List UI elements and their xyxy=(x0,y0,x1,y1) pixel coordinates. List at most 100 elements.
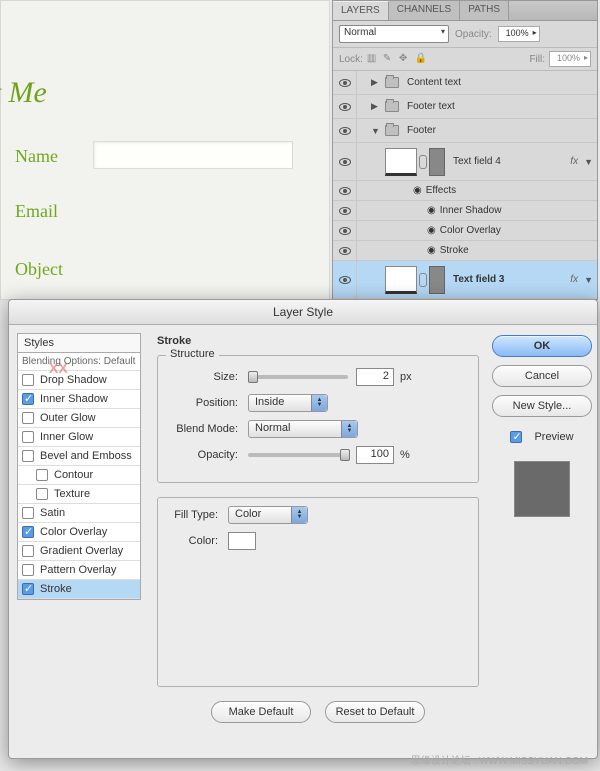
folder-icon xyxy=(385,125,399,136)
combo-arrows-icon: ▲▼ xyxy=(341,421,357,437)
styles-header[interactable]: Styles xyxy=(17,333,141,353)
style-gradient-overlay[interactable]: Gradient Overlay xyxy=(18,542,140,561)
style-bevel[interactable]: Bevel and Emboss xyxy=(18,447,140,466)
layer-row-footer[interactable]: ▼ Footer xyxy=(333,119,597,143)
effect-icon: ◉ xyxy=(427,205,436,216)
style-satin[interactable]: Satin xyxy=(18,504,140,523)
style-stroke[interactable]: Stroke xyxy=(18,580,140,599)
slider-thumb[interactable] xyxy=(340,449,350,461)
style-drop-shadow[interactable]: Drop Shadow xyxy=(18,371,140,390)
preview-swatch xyxy=(514,461,570,517)
fx-twisty-icon[interactable]: ▼ xyxy=(584,275,593,285)
page-heading: ntact Me xyxy=(0,76,47,110)
checkbox[interactable] xyxy=(36,488,48,500)
structure-title: Structure xyxy=(166,348,219,360)
layer-row-footer-text[interactable]: ▶ Footer text xyxy=(333,95,597,119)
blending-options-row[interactable]: Blending Options: Default xyxy=(18,353,140,371)
checkbox[interactable] xyxy=(22,412,34,424)
effect-icon: ◉ xyxy=(427,245,436,256)
layer-row-textfield3[interactable]: Text field 3 fx ▼ xyxy=(333,261,597,299)
eye-icon[interactable] xyxy=(339,158,351,166)
checkbox[interactable] xyxy=(22,583,34,595)
size-unit: px xyxy=(400,371,412,383)
layer-thumb xyxy=(385,148,417,176)
blendmode-dropdown[interactable]: Normal ▲▼ xyxy=(248,420,358,438)
eye-icon[interactable] xyxy=(339,187,351,195)
tab-channels[interactable]: CHANNELS xyxy=(389,1,460,20)
reset-default-button[interactable]: Reset to Default xyxy=(325,701,425,723)
eye-icon[interactable] xyxy=(339,127,351,135)
new-style-button[interactable]: New Style... xyxy=(492,395,592,417)
layer-row-effect-coloroverlay[interactable]: ◉ Color Overlay xyxy=(333,221,597,241)
checkbox[interactable] xyxy=(22,564,34,576)
eye-icon[interactable] xyxy=(339,276,351,284)
style-inner-glow[interactable]: Inner Glow xyxy=(18,428,140,447)
position-dropdown[interactable]: Inside▲▼ xyxy=(248,394,328,412)
panel-tabs: LAYERS CHANNELS PATHS xyxy=(333,1,597,21)
layer-row-effects[interactable]: ◉ Effects xyxy=(333,181,597,201)
make-default-button[interactable]: Make Default xyxy=(211,701,311,723)
layer-row-effect-stroke[interactable]: ◉ Stroke xyxy=(333,241,597,261)
fill-group: Fill Type: Color▲▼ Color: xyxy=(157,497,479,687)
checkbox[interactable] xyxy=(22,374,34,386)
tab-paths[interactable]: PATHS xyxy=(460,1,509,20)
style-label: Drop Shadow xyxy=(40,374,107,386)
combo-value: Color xyxy=(235,508,261,520)
lock-all-icon[interactable]: 🔒 xyxy=(415,53,427,65)
layer-row-effect-innershadow[interactable]: ◉ Inner Shadow xyxy=(333,201,597,221)
style-texture[interactable]: Texture xyxy=(18,485,140,504)
fill-field[interactable]: 100% xyxy=(549,51,591,67)
slider-thumb[interactable] xyxy=(248,371,258,383)
filltype-dropdown[interactable]: Color ▲▼ xyxy=(228,506,308,524)
style-inner-shadow[interactable]: Inner Shadow xyxy=(18,390,140,409)
style-color-overlay[interactable]: Color Overlay xyxy=(18,523,140,542)
ok-button[interactable]: OK xyxy=(492,335,592,357)
twisty-icon[interactable]: ▶ xyxy=(371,101,381,112)
eye-icon[interactable] xyxy=(339,103,351,111)
tab-layers[interactable]: LAYERS xyxy=(333,1,389,20)
fx-twisty-icon[interactable]: ▼ xyxy=(584,157,593,167)
name-input[interactable] xyxy=(93,141,293,169)
combo-value: Normal xyxy=(255,422,290,434)
style-contour[interactable]: Contour xyxy=(18,466,140,485)
twisty-icon[interactable]: ▶ xyxy=(371,77,381,88)
layer-name: Content text xyxy=(403,77,597,88)
checkbox[interactable] xyxy=(22,393,34,405)
color-swatch[interactable] xyxy=(228,532,256,550)
layer-style-dialog: Layer Style Styles Blending Options: Def… xyxy=(8,299,598,759)
preview-checkbox[interactable] xyxy=(510,431,522,443)
style-label: Bevel and Emboss xyxy=(40,450,132,462)
eye-icon[interactable] xyxy=(339,247,351,255)
opacity-field[interactable]: 100 xyxy=(356,446,394,464)
eye-icon[interactable] xyxy=(339,79,351,87)
twisty-icon[interactable]: ▼ xyxy=(371,126,381,136)
checkbox[interactable] xyxy=(36,469,48,481)
opacity-field[interactable]: 100% xyxy=(498,26,540,42)
checkbox[interactable] xyxy=(22,450,34,462)
eye-icon[interactable] xyxy=(339,227,351,235)
lock-move-icon[interactable]: ✥ xyxy=(399,53,411,65)
checkbox[interactable] xyxy=(22,526,34,538)
checkbox[interactable] xyxy=(22,545,34,557)
style-outer-glow[interactable]: Outer Glow xyxy=(18,409,140,428)
combo-arrows-icon: ▲▼ xyxy=(291,507,307,523)
style-pattern-overlay[interactable]: Pattern Overlay xyxy=(18,561,140,580)
style-label: Contour xyxy=(54,469,93,481)
position-label: Position: xyxy=(168,397,248,409)
opacity-label: Opacity: xyxy=(168,449,248,461)
opacity-slider[interactable] xyxy=(248,453,348,457)
lock-label: Lock: xyxy=(339,54,363,65)
layer-row-textfield4[interactable]: Text field 4 fx ▼ xyxy=(333,143,597,181)
checkbox[interactable] xyxy=(22,431,34,443)
eye-icon[interactable] xyxy=(339,207,351,215)
fill-label: Fill: xyxy=(529,54,545,65)
lock-transparency-icon[interactable]: ▥ xyxy=(367,53,379,65)
cancel-button[interactable]: Cancel xyxy=(492,365,592,387)
layer-row-content-text[interactable]: ▶ Content text xyxy=(333,71,597,95)
layer-thumb xyxy=(385,266,417,294)
blend-mode-dropdown[interactable]: Normal xyxy=(339,25,449,43)
lock-brush-icon[interactable]: ✎ xyxy=(383,53,395,65)
size-slider[interactable] xyxy=(248,375,348,379)
checkbox[interactable] xyxy=(22,507,34,519)
size-field[interactable]: 2 xyxy=(356,368,394,386)
